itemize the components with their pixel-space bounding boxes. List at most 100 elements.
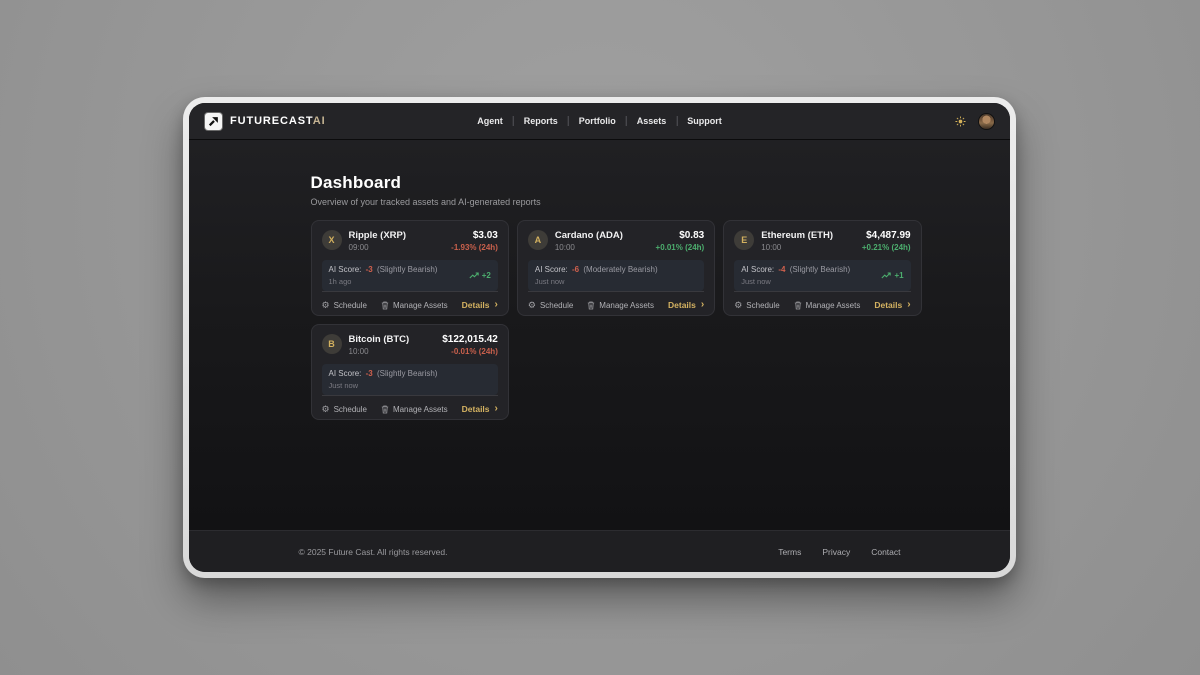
score-updated-ago: Just now: [741, 277, 850, 286]
app-screen: FUTURECASTAI Agent Reports Portfolio Ass…: [189, 103, 1010, 572]
trash-icon: [587, 301, 595, 310]
chevron-right-icon: ›: [907, 300, 910, 310]
asset-change: +0.21% (24h): [862, 243, 911, 252]
gear-icon: ⚙: [734, 301, 742, 310]
card-header: B Bitcoin (BTC) 10:00 $122,015.42 -0.01%…: [322, 334, 498, 356]
score-updated-ago: Just now: [329, 381, 438, 390]
schedule-button[interactable]: ⚙Schedule: [734, 301, 779, 310]
gear-icon: ⚙: [322, 405, 330, 414]
ai-score-value: -6: [572, 265, 579, 274]
chevron-right-icon: ›: [495, 300, 498, 310]
score-trend-badge: +1: [881, 271, 903, 280]
manage-assets-button[interactable]: Manage Assets: [587, 301, 654, 310]
ai-score-value: -4: [778, 265, 785, 274]
asset-initial-badge: B: [322, 334, 342, 354]
asset-price: $122,015.42: [442, 334, 498, 345]
asset-price: $3.03: [451, 230, 498, 241]
ai-score-label: AI Score:: [741, 265, 774, 274]
main-content: Dashboard Overview of your tracked asset…: [189, 140, 1010, 530]
asset-card-cardano: A Cardano (ADA) 10:00 $0.83 +0.01% (24h): [517, 220, 715, 316]
footer-link-terms[interactable]: Terms: [778, 547, 801, 557]
schedule-button[interactable]: ⚙Schedule: [322, 405, 367, 414]
asset-name: Cardano (ADA): [555, 230, 623, 241]
trending-up-icon: [469, 272, 479, 279]
details-button[interactable]: Details›: [462, 300, 498, 310]
page-title: Dashboard: [311, 173, 889, 193]
app-window: FUTURECASTAI Agent Reports Portfolio Ass…: [183, 97, 1016, 578]
ai-score-label: AI Score:: [329, 369, 362, 378]
asset-time: 10:00: [349, 347, 410, 356]
asset-name: Bitcoin (BTC): [349, 334, 410, 345]
score-updated-ago: Just now: [535, 277, 658, 286]
asset-time: 10:00: [555, 243, 623, 252]
ai-score-sentiment: (Slightly Bearish): [377, 369, 437, 378]
ai-score-row: AI Score: -6 (Moderately Bearish) Just n…: [528, 260, 704, 291]
gear-icon: ⚙: [528, 301, 536, 310]
ai-score-value: -3: [366, 265, 373, 274]
asset-change: +0.01% (24h): [656, 243, 705, 252]
ai-score-label: AI Score:: [535, 265, 568, 274]
nav-item-agent[interactable]: Agent: [467, 116, 513, 126]
topbar-right-controls: [954, 114, 994, 129]
ai-score-row: AI Score: -3 (Slightly Bearish) Just now: [322, 364, 498, 395]
manage-assets-button[interactable]: Manage Assets: [381, 405, 448, 414]
asset-price: $0.83: [656, 230, 705, 241]
chevron-right-icon: ›: [701, 300, 704, 310]
brand-arrow-icon: [205, 113, 222, 130]
trash-icon: [794, 301, 802, 310]
asset-change: -1.93% (24h): [451, 243, 498, 252]
brand-name: FUTURECASTAI: [230, 115, 326, 127]
score-updated-ago: 1h ago: [329, 277, 438, 286]
ai-score-row: AI Score: -3 (Slightly Bearish) 1h ago +…: [322, 260, 498, 291]
trending-up-icon: [881, 272, 891, 279]
card-actions: ⚙Schedule Manage Assets Details›: [734, 291, 910, 310]
asset-card-grid: X Ripple (XRP) 09:00 $3.03 -1.93% (24h): [311, 220, 889, 420]
main-nav: Agent Reports Portfolio Assets Support: [467, 103, 732, 139]
footer-links: Terms Privacy Contact: [778, 547, 900, 557]
nav-item-assets[interactable]: Assets: [627, 116, 677, 126]
details-button[interactable]: Details›: [874, 300, 910, 310]
card-actions: ⚙Schedule Manage Assets Details›: [322, 291, 498, 310]
asset-name: Ethereum (ETH): [761, 230, 833, 241]
nav-item-support[interactable]: Support: [677, 116, 732, 126]
card-actions: ⚙Schedule Manage Assets Details›: [528, 291, 704, 310]
asset-card-bitcoin: B Bitcoin (BTC) 10:00 $122,015.42 -0.01%…: [311, 324, 509, 420]
asset-price: $4,487.99: [862, 230, 911, 241]
asset-time: 10:00: [761, 243, 833, 252]
schedule-button[interactable]: ⚙Schedule: [322, 301, 367, 310]
brand-logo[interactable]: FUTURECASTAI: [205, 113, 326, 130]
details-button[interactable]: Details›: [668, 300, 704, 310]
copyright-text: © 2025 Future Cast. All rights reserved.: [299, 547, 448, 557]
ai-score-sentiment: (Slightly Bearish): [377, 265, 437, 274]
schedule-button[interactable]: ⚙Schedule: [528, 301, 573, 310]
card-header: A Cardano (ADA) 10:00 $0.83 +0.01% (24h): [528, 230, 704, 252]
footer-link-privacy[interactable]: Privacy: [822, 547, 850, 557]
asset-initial-badge: X: [322, 230, 342, 250]
asset-card-ethereum: E Ethereum (ETH) 10:00 $4,487.99 +0.21% …: [723, 220, 921, 316]
asset-initial-badge: E: [734, 230, 754, 250]
ai-score-sentiment: (Slightly Bearish): [790, 265, 850, 274]
chevron-right-icon: ›: [495, 404, 498, 414]
trash-icon: [381, 405, 389, 414]
theme-toggle-sun-icon[interactable]: [954, 115, 967, 128]
manage-assets-button[interactable]: Manage Assets: [794, 301, 861, 310]
gear-icon: ⚙: [322, 301, 330, 310]
brand-accent: AI: [313, 115, 326, 127]
asset-time: 09:00: [349, 243, 407, 252]
details-button[interactable]: Details›: [462, 404, 498, 414]
footer-link-contact[interactable]: Contact: [871, 547, 900, 557]
ai-score-value: -3: [366, 369, 373, 378]
card-header: E Ethereum (ETH) 10:00 $4,487.99 +0.21% …: [734, 230, 910, 252]
nav-item-portfolio[interactable]: Portfolio: [569, 116, 626, 126]
score-trend-badge: +2: [469, 271, 491, 280]
trash-icon: [381, 301, 389, 310]
footer-bar: © 2025 Future Cast. All rights reserved.…: [189, 530, 1010, 572]
asset-initial-badge: A: [528, 230, 548, 250]
ai-score-label: AI Score:: [329, 265, 362, 274]
nav-item-reports[interactable]: Reports: [514, 116, 568, 126]
user-avatar[interactable]: [979, 114, 994, 129]
ai-score-sentiment: (Moderately Bearish): [583, 265, 657, 274]
asset-name: Ripple (XRP): [349, 230, 407, 241]
manage-assets-button[interactable]: Manage Assets: [381, 301, 448, 310]
asset-change: -0.01% (24h): [442, 347, 498, 356]
